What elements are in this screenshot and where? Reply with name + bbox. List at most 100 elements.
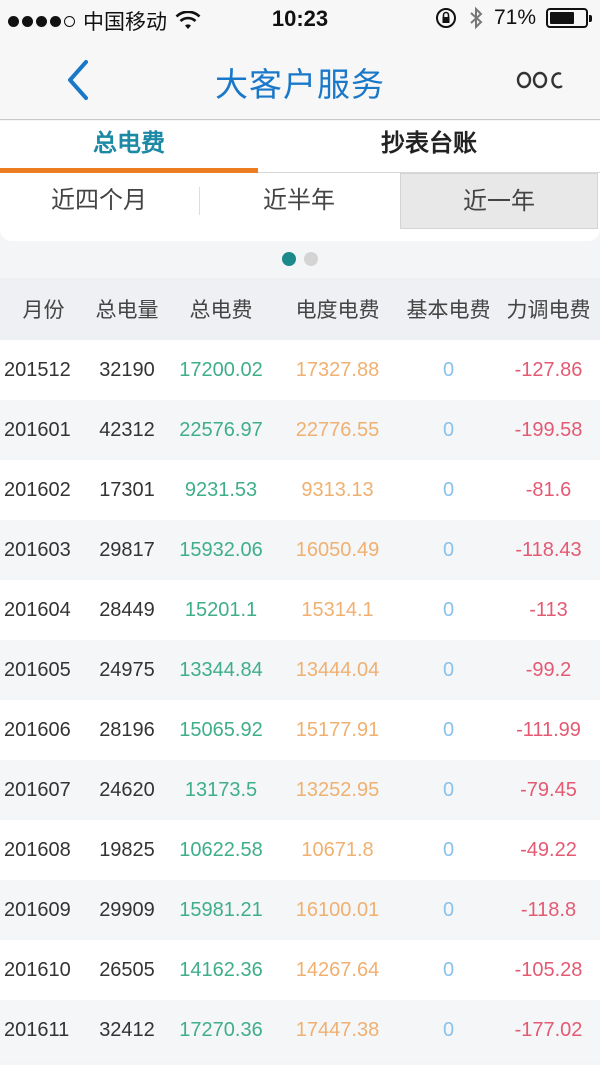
cell-total-fee: 17270.36 xyxy=(179,1018,263,1041)
page-title: 大客户服务 xyxy=(215,66,385,103)
cell-energy-fee: 16050.49 xyxy=(295,538,380,561)
cell-month: 201601 xyxy=(4,418,71,441)
cell-total-fee: 22576.97 xyxy=(179,418,263,441)
table-row: 201610 26505 14162.36 14267.64 0 -105.28 xyxy=(0,940,600,1000)
cell-total-fee: 15932.06 xyxy=(179,538,263,561)
more-button[interactable] xyxy=(516,64,568,94)
cell-month: 201602 xyxy=(4,478,71,501)
header-month: 月份 xyxy=(22,299,65,322)
table-row: 201603 29817 15932.06 16050.49 0 -118.43 xyxy=(0,520,600,580)
cell-month: 201512 xyxy=(4,358,71,381)
cell-month: 201607 xyxy=(4,778,71,801)
cell-total-fee: 13344.84 xyxy=(179,658,263,681)
cell-total-fee: 9231.53 xyxy=(184,478,258,501)
fee-tabs: 总电费 抄表台账 xyxy=(0,121,600,173)
page-dot xyxy=(304,252,318,266)
cell-total-kwh: 32412 xyxy=(99,1018,155,1041)
table-row: 201601 42312 22576.97 22776.55 0 -199.58 xyxy=(0,400,600,460)
cell-total-kwh: 24620 xyxy=(99,778,155,801)
status-bar: 中国移动 10:23 71% xyxy=(0,0,600,40)
cell-energy-fee: 17327.88 xyxy=(295,358,380,381)
header-base-fee: 基本电费 xyxy=(406,299,491,322)
header-adjust-fee: 力调电费 xyxy=(506,299,591,322)
table-row: 201607 24620 13173.5 13252.95 0 -79.45 xyxy=(0,760,600,820)
cell-base-fee: 0 xyxy=(442,658,455,681)
header-total-kwh: 总电量 xyxy=(95,299,159,322)
cell-base-fee: 0 xyxy=(442,718,455,741)
cell-total-kwh: 28449 xyxy=(99,598,155,621)
cell-total-kwh: 28196 xyxy=(99,718,155,741)
cell-month: 201606 xyxy=(4,718,71,741)
cell-total-kwh: 32190 xyxy=(99,358,155,381)
cell-energy-fee: 10671.8 xyxy=(301,838,374,861)
cell-adjust-fee: -105.28 xyxy=(514,958,583,981)
battery-icon xyxy=(546,8,592,28)
page-indicator[interactable] xyxy=(0,252,600,266)
cell-energy-fee: 13444.04 xyxy=(295,658,380,681)
table-row: 201604 28449 15201.1 15314.1 0 -113 xyxy=(0,580,600,640)
cell-energy-fee: 17447.38 xyxy=(295,1018,380,1041)
cell-total-fee: 10622.58 xyxy=(179,838,263,861)
cell-adjust-fee: -79.45 xyxy=(520,778,577,801)
table-row: 201605 24975 13344.84 13444.04 0 -99.2 xyxy=(0,640,600,700)
table-row: 201608 19825 10622.58 10671.8 0 -49.22 xyxy=(0,820,600,880)
battery-percent: 71% xyxy=(493,6,536,29)
cell-total-kwh: 29909 xyxy=(99,898,155,921)
cell-month: 201603 xyxy=(4,538,71,561)
cell-total-fee: 17200.02 xyxy=(179,358,263,381)
cell-energy-fee: 15314.1 xyxy=(301,598,374,621)
cell-total-fee: 15981.21 xyxy=(179,898,263,921)
cell-adjust-fee: -113 xyxy=(529,598,568,621)
cell-total-kwh: 26505 xyxy=(99,958,155,981)
cell-energy-fee: 13252.95 xyxy=(295,778,380,801)
page-dot-active xyxy=(282,252,296,266)
cell-month: 201609 xyxy=(4,898,71,921)
tab-total-fee[interactable]: 总电费 xyxy=(0,121,258,173)
cell-month: 201608 xyxy=(4,838,71,861)
navigation-bar: 大客户服务 xyxy=(0,40,600,120)
table-row: 201512 32190 17200.02 17327.88 0 -127.86 xyxy=(0,340,600,400)
cell-base-fee: 0 xyxy=(442,838,455,861)
cell-total-kwh: 29817 xyxy=(99,538,155,561)
cell-total-kwh: 19825 xyxy=(99,838,155,861)
cell-month: 201611 xyxy=(4,1018,70,1041)
table-body: 201512 32190 17200.02 17327.88 0 -127.86 20160… xyxy=(0,340,600,1060)
cell-adjust-fee: -199.58 xyxy=(514,418,583,441)
cell-total-kwh: 42312 xyxy=(99,418,155,441)
cell-month: 201604 xyxy=(4,598,71,621)
cell-base-fee: 0 xyxy=(442,538,455,561)
bluetooth-icon xyxy=(470,6,483,30)
cell-base-fee: 0 xyxy=(442,1018,455,1041)
cell-base-fee: 0 xyxy=(442,958,455,981)
header-total-fee: 总电费 xyxy=(189,299,253,322)
tab-meter-ledger[interactable]: 抄表台账 xyxy=(258,121,600,173)
cell-base-fee: 0 xyxy=(442,898,455,921)
cell-adjust-fee: -118.8 xyxy=(520,898,577,921)
cell-base-fee: 0 xyxy=(442,598,455,621)
table-row: 201606 28196 15065.92 15177.91 0 -111.99 xyxy=(0,700,600,760)
header-energy-fee: 电度电费 xyxy=(295,299,380,322)
table-header: 月份 总电量 总电费 电度电费 基本电费 力调电费 xyxy=(0,278,600,340)
cell-total-fee: 15201.1 xyxy=(184,598,258,621)
cell-base-fee: 0 xyxy=(442,778,455,801)
cell-total-kwh: 24975 xyxy=(99,658,155,681)
period-four-months[interactable]: 近四个月 xyxy=(0,173,198,229)
cell-month: 201610 xyxy=(4,958,71,981)
cell-energy-fee: 14267.64 xyxy=(295,958,380,981)
cell-total-fee: 13173.5 xyxy=(184,778,258,801)
cell-base-fee: 0 xyxy=(442,358,455,381)
cell-total-fee: 14162.36 xyxy=(179,958,263,981)
table-row: 201609 29909 15981.21 16100.01 0 -118.8 xyxy=(0,880,600,940)
period-one-year[interactable]: 近一年 xyxy=(400,173,598,229)
cell-adjust-fee: -81.6 xyxy=(525,478,572,501)
cell-total-kwh: 17301 xyxy=(99,478,155,501)
cell-base-fee: 0 xyxy=(442,418,455,441)
period-half-year[interactable]: 近半年 xyxy=(200,173,398,229)
status-right: 71% xyxy=(434,6,592,30)
cell-adjust-fee: -118.43 xyxy=(515,538,582,561)
table-row: 201602 17301 9231.53 9313.13 0 -81.6 xyxy=(0,460,600,520)
cell-adjust-fee: -111.99 xyxy=(516,718,581,741)
cell-base-fee: 0 xyxy=(442,478,455,501)
cell-total-fee: 15065.92 xyxy=(179,718,263,741)
cell-energy-fee: 15177.91 xyxy=(295,718,380,741)
